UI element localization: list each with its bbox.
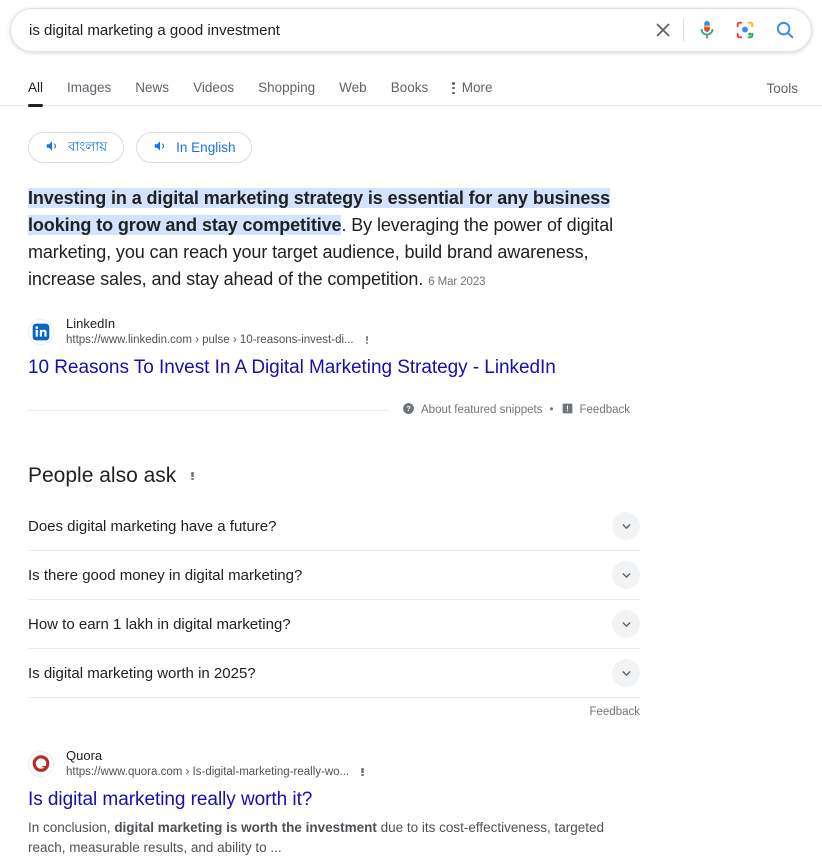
snippet-pre: In conclusion, xyxy=(28,820,115,835)
featured-snippet-date: 6 Mar 2023 xyxy=(428,276,486,288)
search-bar-container xyxy=(0,0,822,52)
search-icon[interactable] xyxy=(771,16,799,44)
featured-snippet-text: Investing in a digital marketing strateg… xyxy=(28,185,628,296)
paa-question-text: Does digital marketing have a future? xyxy=(28,517,277,535)
language-chip-english-label: In English xyxy=(176,140,236,155)
chevron-down-icon[interactable] xyxy=(612,561,640,589)
source-url: https://www.quora.com › Is-digital-marke… xyxy=(66,766,350,778)
paa-item[interactable]: Is there good money in digital marketing… xyxy=(28,551,640,600)
result-options-icon[interactable] xyxy=(358,766,367,778)
microphone-icon[interactable] xyxy=(693,16,721,44)
footer-divider xyxy=(28,409,388,411)
tab-images[interactable]: Images xyxy=(55,80,123,106)
main-results-column: বাংলায় In English Investing in a digita… xyxy=(0,132,822,859)
language-chip-english[interactable]: In English xyxy=(136,132,253,163)
snippet-bold: digital marketing is worth the investmen… xyxy=(114,820,377,835)
tab-news[interactable]: News xyxy=(123,80,181,106)
quora-icon xyxy=(28,750,54,777)
source-meta: Quora https://www.quora.com › Is-digital… xyxy=(66,747,367,780)
tools-button[interactable]: Tools xyxy=(766,81,812,106)
source-row: LinkedIn https://www.linkedin.com › puls… xyxy=(28,315,812,348)
language-chip-bangla[interactable]: বাংলায় xyxy=(28,132,125,163)
source-site-name: LinkedIn xyxy=(66,316,116,331)
tab-videos[interactable]: Videos xyxy=(181,80,246,106)
source-url-line: https://www.linkedin.com › pulse › 10-re… xyxy=(66,332,371,348)
feedback-link[interactable]: Feedback xyxy=(561,402,631,418)
feedback-label: Feedback xyxy=(579,404,631,416)
chevron-down-icon[interactable] xyxy=(612,610,640,638)
speaker-icon xyxy=(45,139,59,156)
result-options-icon[interactable] xyxy=(363,334,372,346)
nav-tab-list: All Images News Videos Shopping Web Book… xyxy=(20,80,504,107)
tab-web[interactable]: Web xyxy=(327,80,379,106)
about-featured-snippets-label: About featured snippets xyxy=(421,404,543,416)
source-row: Quora https://www.quora.com › Is-digital… xyxy=(28,747,812,780)
about-featured-snippets-link[interactable]: ? About featured snippets xyxy=(402,402,542,418)
footer-separator: • xyxy=(549,404,554,416)
featured-snippet-source: LinkedIn https://www.linkedin.com › puls… xyxy=(28,315,812,380)
search-input[interactable] xyxy=(29,21,648,39)
clear-search-icon[interactable] xyxy=(648,15,678,45)
linkedin-icon xyxy=(28,318,54,345)
search-bar-divider xyxy=(683,19,684,41)
tab-books[interactable]: Books xyxy=(379,80,441,106)
result-snippet: In conclusion, digital marketing is wort… xyxy=(28,818,638,859)
paa-item[interactable]: Does digital marketing have a future? xyxy=(28,502,640,551)
paa-item[interactable]: Is digital marketing worth in 2025? xyxy=(28,649,640,698)
language-chips: বাংলায় In English xyxy=(28,132,812,163)
paa-item[interactable]: How to earn 1 lakh in digital marketing? xyxy=(28,600,640,649)
paa-question-text: How to earn 1 lakh in digital marketing? xyxy=(28,615,291,633)
source-url: https://www.linkedin.com › pulse › 10-re… xyxy=(66,334,354,346)
google-lens-icon[interactable] xyxy=(731,16,759,44)
result-title[interactable]: Is digital marketing really worth it? xyxy=(28,787,812,812)
search-bar[interactable] xyxy=(10,8,812,52)
source-meta: LinkedIn https://www.linkedin.com › puls… xyxy=(66,315,371,348)
footer-links: ? About featured snippets • Feedback xyxy=(402,402,630,418)
paa-title: People also ask xyxy=(28,464,177,487)
chevron-down-icon[interactable] xyxy=(612,512,640,540)
tab-more[interactable]: More xyxy=(440,80,504,106)
paa-options-icon[interactable] xyxy=(188,470,197,482)
search-result-quora: Quora https://www.quora.com › Is-digital… xyxy=(28,747,812,859)
source-url-line: https://www.quora.com › Is-digital-marke… xyxy=(66,764,367,780)
speaker-icon xyxy=(153,139,167,156)
help-circle-icon: ? xyxy=(402,402,415,418)
language-chip-bangla-label: বাংলায় xyxy=(68,139,108,154)
featured-snippet-footer: ? About featured snippets • Feedback xyxy=(28,400,812,420)
flag-icon xyxy=(561,402,574,418)
people-also-ask-section: People also ask Does digital marketing h… xyxy=(28,462,640,718)
paa-feedback-link[interactable]: Feedback xyxy=(28,706,640,718)
paa-question-text: Is digital marketing worth in 2025? xyxy=(28,664,256,682)
featured-snippet-result-title[interactable]: 10 Reasons To Invest In A Digital Market… xyxy=(28,355,812,380)
paa-question-list: Does digital marketing have a future? Is… xyxy=(28,502,640,698)
svg-text:?: ? xyxy=(406,406,410,413)
paa-question-text: Is there good money in digital marketing… xyxy=(28,566,303,584)
chevron-down-icon[interactable] xyxy=(612,659,640,687)
search-nav-tabs: All Images News Videos Shopping Web Book… xyxy=(0,70,822,107)
kebab-menu-icon xyxy=(452,82,455,94)
tab-more-label: More xyxy=(461,80,493,95)
source-site-name: Quora xyxy=(66,748,103,763)
paa-header: People also ask xyxy=(28,462,640,490)
tab-shopping[interactable]: Shopping xyxy=(246,80,327,106)
tab-all[interactable]: All xyxy=(20,80,55,107)
